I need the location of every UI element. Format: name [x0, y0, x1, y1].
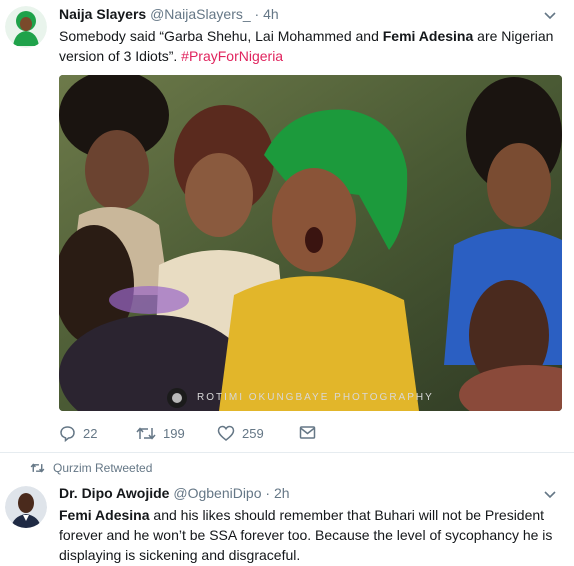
- display-name[interactable]: Dr. Dipo Awojide: [59, 485, 169, 501]
- mention-name: Femi Adesina: [59, 507, 150, 523]
- user-handle[interactable]: @OgbeniDipo: [173, 485, 261, 501]
- tweet-header: Dr. Dipo Awojide @OgbeniDipo · 2h: [59, 485, 290, 501]
- separator: ·: [254, 6, 260, 22]
- avatar[interactable]: [5, 6, 47, 48]
- mention-name: Femi Adesina: [382, 28, 474, 44]
- reply-count: 22: [83, 426, 98, 441]
- tweet-text-part: Somebody said “Garba Shehu, Lai Mohammed…: [59, 28, 383, 44]
- tweet-photo[interactable]: ROTIMI OKUNGBAYE PHOTOGRAPHY: [59, 75, 562, 411]
- retweet-icon: [136, 427, 156, 440]
- tweet-header: Naija Slayers @NaijaSlayers_ · 4h: [59, 6, 279, 22]
- chevron-down-icon[interactable]: [544, 491, 556, 499]
- reply-icon: [60, 426, 75, 442]
- timestamp[interactable]: 2h: [274, 485, 290, 501]
- tweet-text: Somebody said “Garba Shehu, Lai Mohammed…: [59, 26, 559, 66]
- like-button[interactable]: 259: [217, 425, 264, 442]
- avatar[interactable]: [5, 486, 47, 528]
- like-count: 259: [242, 426, 264, 441]
- separator: ·: [265, 485, 271, 501]
- user-handle[interactable]: @NaijaSlayers_: [150, 6, 251, 22]
- hashtag-link[interactable]: #PrayForNigeria: [181, 48, 283, 64]
- reply-button[interactable]: 22: [59, 425, 97, 442]
- timestamp[interactable]: 4h: [263, 6, 279, 22]
- display-name[interactable]: Naija Slayers: [59, 6, 146, 22]
- tweet[interactable]: Naija Slayers @NaijaSlayers_ · 4h Somebo…: [0, 0, 574, 453]
- like-icon: [217, 425, 235, 441]
- message-button[interactable]: [299, 425, 316, 440]
- message-icon: [299, 426, 316, 439]
- chevron-down-icon[interactable]: [544, 12, 556, 20]
- retweet-count: 199: [163, 426, 185, 441]
- tweet-text: Femi Adesina and his likes should rememb…: [59, 505, 564, 565]
- photo-credit: ROTIMI OKUNGBAYE PHOTOGRAPHY: [197, 392, 434, 403]
- retweet-button[interactable]: 199: [136, 425, 185, 442]
